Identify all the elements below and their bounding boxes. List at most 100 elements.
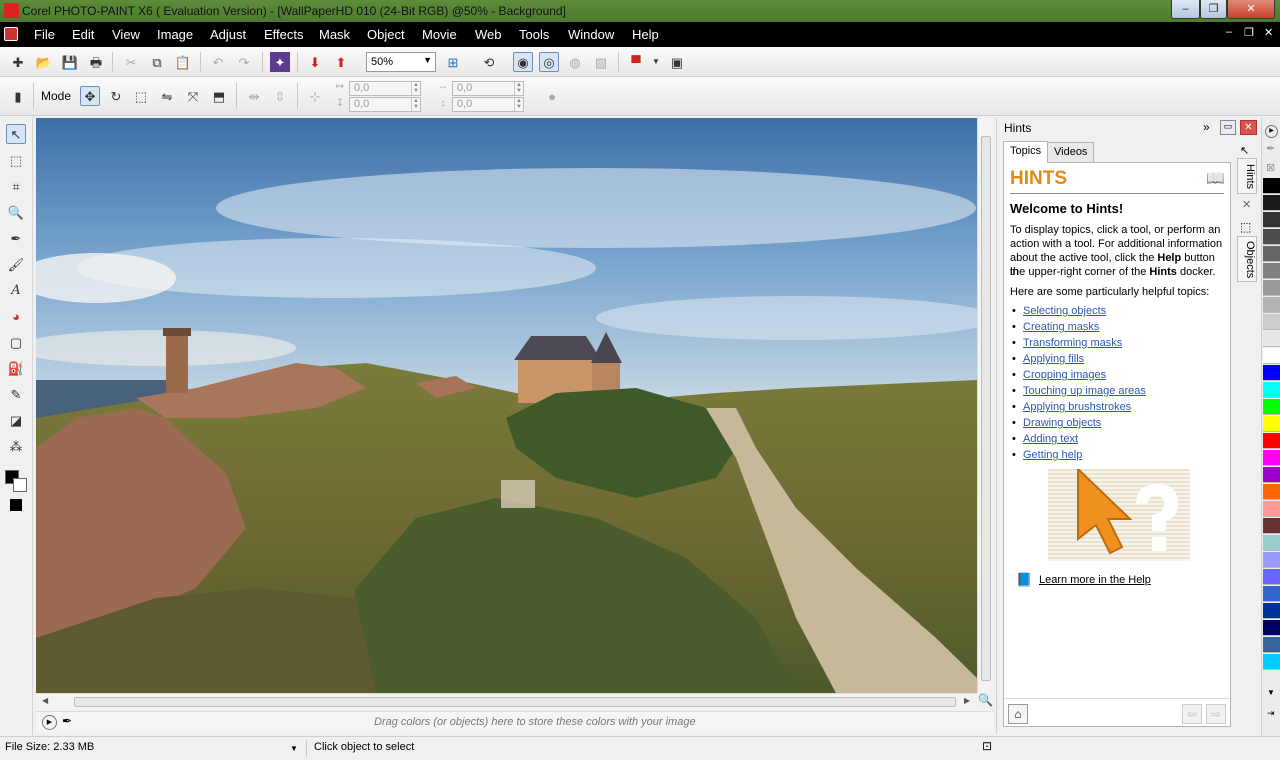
menu-adjust[interactable]: Adjust xyxy=(210,27,246,42)
home-icon[interactable]: ⌂ xyxy=(1008,704,1028,724)
palette-swatch[interactable] xyxy=(1263,586,1280,602)
topic-link[interactable]: Adding text xyxy=(1010,433,1146,449)
palette-swatch[interactable] xyxy=(1263,637,1280,653)
tab-videos[interactable]: Videos xyxy=(1047,142,1095,162)
horizontal-scroll-thumb[interactable] xyxy=(74,697,956,707)
eraser-tool-icon[interactable]: 🖌 xyxy=(6,254,26,274)
mask-overlay-icon[interactable]: ◍ xyxy=(565,52,585,72)
menu-tools[interactable]: Tools xyxy=(519,27,549,42)
show-object-marquee-icon[interactable]: ◉ xyxy=(513,52,533,72)
learn-more-link[interactable]: Learn more in the Help xyxy=(1039,574,1151,586)
palette-swatch[interactable] xyxy=(1263,365,1280,381)
palette-menu-icon[interactable]: ▶ xyxy=(1265,125,1278,138)
undo-icon[interactable]: ↶ xyxy=(208,52,228,72)
menu-effects[interactable]: Effects xyxy=(264,27,304,42)
side-tab-close-icon[interactable]: ✕ xyxy=(1242,198,1251,211)
menu-web[interactable]: Web xyxy=(475,27,502,42)
rotate-mode-icon[interactable]: ↻ xyxy=(106,86,126,106)
import-icon[interactable]: ⬇ xyxy=(305,52,325,72)
menu-object[interactable]: Object xyxy=(367,27,405,42)
topic-link[interactable]: Drawing objects xyxy=(1010,417,1146,433)
spin-arrows-icon[interactable]: ▲ ▼ xyxy=(411,98,420,111)
image-canvas[interactable] xyxy=(36,118,977,693)
width-field[interactable]: 0,0 ▲ ▼ xyxy=(452,81,524,96)
image-sprayer-tool-icon[interactable]: ⁂ xyxy=(6,436,26,456)
palette-swatch[interactable] xyxy=(1263,263,1280,279)
spin-arrows-icon[interactable]: ▲ ▼ xyxy=(411,82,420,95)
mask-tool-icon[interactable]: ✦ xyxy=(270,52,290,72)
navigator-zoom-icon[interactable]: 🔍 xyxy=(977,693,994,710)
menu-help[interactable]: Help xyxy=(632,27,659,42)
palette-eyedropper-icon[interactable]: ✒ xyxy=(62,714,72,728)
height-field[interactable]: 0,0 ▲ ▼ xyxy=(452,97,524,112)
palette-swatch[interactable] xyxy=(1263,654,1280,670)
export-icon[interactable]: ⬆ xyxy=(331,52,351,72)
status-chevron-down-icon[interactable]: ▼ xyxy=(290,744,298,753)
forward-icon[interactable]: ⇨ xyxy=(1206,704,1226,724)
flip-horizontal-icon[interactable]: ⇹ xyxy=(244,86,264,106)
palette-swatch[interactable] xyxy=(1263,399,1280,415)
docker-expand-icon[interactable]: » xyxy=(1203,120,1210,134)
horizontal-scrollbar[interactable]: ◀ ▶ xyxy=(36,693,977,710)
menu-file[interactable]: File xyxy=(34,27,55,42)
topic-link[interactable]: Applying fills xyxy=(1010,353,1146,369)
copy-icon[interactable]: ⧉ xyxy=(147,52,167,72)
fill-tool-icon[interactable]: ⛽ xyxy=(6,358,26,378)
palette-swatch[interactable] xyxy=(1263,297,1280,313)
scroll-right-icon[interactable]: ▶ xyxy=(964,696,970,705)
vertical-scrollbar[interactable] xyxy=(977,118,994,693)
pick-tool-icon[interactable]: ↖ xyxy=(6,124,26,144)
paint-tool-icon[interactable]: ✎ xyxy=(6,384,26,404)
back-icon[interactable]: ⇦ xyxy=(1182,704,1202,724)
scroll-left-icon[interactable]: ◀ xyxy=(42,696,48,705)
topic-link[interactable]: Creating masks xyxy=(1010,321,1146,337)
paper-color-swatch[interactable] xyxy=(10,499,22,511)
palette-eyedropper-icon[interactable]: ✒ xyxy=(1266,142,1275,155)
topic-link[interactable]: Getting help xyxy=(1010,449,1146,465)
print-icon[interactable]: 🖶 xyxy=(86,52,106,72)
zoom-fit-icon[interactable]: ⊞ xyxy=(443,52,463,72)
palette-scroll-down-icon[interactable]: ▼ xyxy=(1267,688,1275,697)
redo-icon[interactable]: ↷ xyxy=(234,52,254,72)
rectangle-mask-tool-icon[interactable]: ⬚ xyxy=(6,150,26,170)
skew-mode-icon[interactable]: ⇋ xyxy=(157,86,177,106)
save-icon[interactable]: 💾 xyxy=(60,52,80,72)
palette-swatch[interactable] xyxy=(1263,314,1280,330)
object-overlay-icon[interactable]: ▧ xyxy=(591,52,611,72)
scale-mode-icon[interactable]: ⬚ xyxy=(131,86,151,106)
anchor-point-icon[interactable]: ⊹ xyxy=(305,86,325,106)
rectangle-tool-icon[interactable]: ▢ xyxy=(6,332,26,352)
menu-edit[interactable]: Edit xyxy=(72,27,94,42)
cut-icon[interactable]: ✂ xyxy=(121,52,141,72)
distort-mode-icon[interactable]: ⤧ xyxy=(183,86,203,106)
crop-tool-icon[interactable]: ⌗ xyxy=(6,176,26,196)
palette-swatch[interactable] xyxy=(1263,246,1280,262)
palette-swatch[interactable] xyxy=(1263,535,1280,551)
palette-swatch[interactable] xyxy=(1263,552,1280,568)
palette-swatch[interactable] xyxy=(1263,620,1280,636)
palette-play-icon[interactable]: ▶ xyxy=(42,715,57,730)
mdi-close-button[interactable]: ✕ xyxy=(1264,26,1273,39)
spin-arrows-icon[interactable]: ▲ ▼ xyxy=(514,98,523,111)
tab-topics[interactable]: Topics xyxy=(1003,141,1049,163)
zoom-level-combo[interactable]: 50% ▼ xyxy=(366,52,436,72)
topic-link[interactable]: Applying brushstrokes xyxy=(1010,401,1146,417)
palette-swatch[interactable] xyxy=(1263,484,1280,500)
topic-link[interactable]: Cropping images xyxy=(1010,369,1146,385)
menu-window[interactable]: Window xyxy=(568,27,614,42)
topic-link[interactable]: Touching up image areas xyxy=(1010,385,1146,401)
close-button[interactable]: ✕ xyxy=(1227,0,1275,19)
palette-swatch[interactable] xyxy=(1263,178,1280,194)
palette-swatch[interactable] xyxy=(1263,416,1280,432)
spin-arrows-icon[interactable]: ▲ ▼ xyxy=(514,82,523,95)
mdi-minimize-button[interactable]: – xyxy=(1226,26,1232,38)
open-folder-icon[interactable]: 📂 xyxy=(34,52,54,72)
text-tool-icon[interactable]: A xyxy=(6,280,26,300)
new-document-icon[interactable]: ✚ xyxy=(8,52,28,72)
book-icon[interactable]: 📖 xyxy=(1206,169,1225,187)
restore-to-checkpoint-icon[interactable]: ⟲ xyxy=(479,52,499,72)
y-position-field[interactable]: 0,0 ▲ ▼ xyxy=(349,97,421,112)
palette-swatch[interactable] xyxy=(1263,501,1280,517)
palette-swatch[interactable] xyxy=(1263,467,1280,483)
mdi-restore-button[interactable]: ❐ xyxy=(1244,26,1254,39)
